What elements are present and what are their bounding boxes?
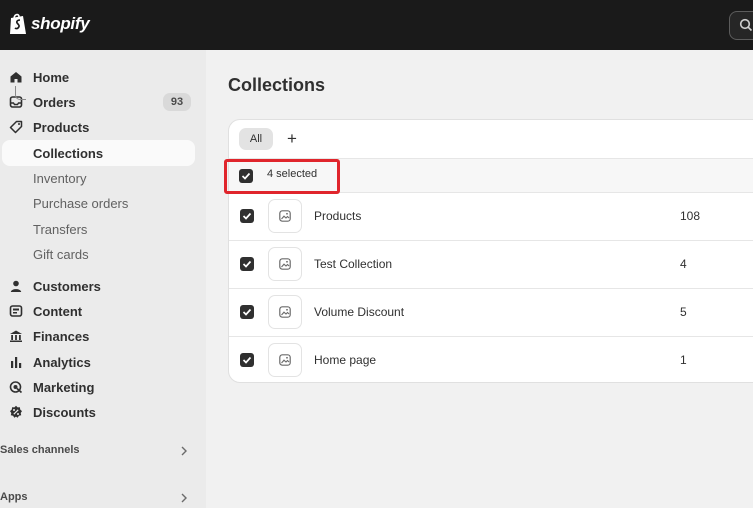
sidebar-item-label: Customers: [33, 278, 101, 294]
brand-name: shopify: [31, 14, 90, 33]
sidebar-item-purchase-orders[interactable]: Purchase orders: [33, 193, 128, 213]
image-placeholder-icon: [268, 295, 302, 329]
apps-heading[interactable]: Apps: [0, 491, 28, 503]
shopify-logo[interactable]: shopify: [8, 12, 90, 36]
sidebar-item-marketing[interactable]: Marketing: [0, 376, 196, 398]
sidebar-item-label: Discounts: [33, 404, 96, 420]
tab-all[interactable]: All: [239, 128, 273, 150]
tag-icon: [9, 120, 23, 134]
home-icon: [10, 72, 22, 83]
bank-icon: [10, 330, 22, 342]
check-icon: [242, 212, 252, 220]
search-button[interactable]: [729, 11, 753, 40]
check-icon: [242, 260, 252, 268]
sidebar-item-collections[interactable]: Collections: [2, 140, 195, 166]
sidebar-item-inventory[interactable]: Inventory: [33, 168, 86, 188]
check-icon: [242, 308, 252, 316]
row-checkbox[interactable]: [240, 257, 254, 271]
sidebar-item-label: Home: [33, 69, 70, 85]
sidebar-item-customers[interactable]: Customers: [0, 275, 196, 297]
image-placeholder-icon: [268, 199, 302, 233]
sidebar-item-content[interactable]: Content: [0, 300, 196, 322]
selection-highlight-box: [224, 159, 340, 194]
person-icon: [10, 280, 22, 292]
tree-connector: [15, 86, 26, 100]
table-row[interactable]: Products 108: [229, 193, 753, 241]
top-bar: shopify: [0, 0, 753, 50]
image-placeholder-icon: [268, 343, 302, 377]
content-icon: [9, 305, 23, 317]
table-row[interactable]: Home page 1: [229, 337, 753, 382]
sidebar-item-finances[interactable]: Finances: [0, 325, 196, 347]
collection-title[interactable]: Home page: [314, 353, 376, 367]
row-checkbox[interactable]: [240, 353, 254, 367]
orders-count-badge: 93: [163, 93, 191, 111]
sidebar-item-gift-cards[interactable]: Gift cards: [33, 244, 89, 264]
search-icon: [739, 18, 753, 32]
sidebar-item-label: Content: [33, 303, 83, 319]
sidebar-item-label: Collections: [33, 146, 104, 161]
row-checkbox[interactable]: [240, 305, 254, 319]
chevron-right-icon[interactable]: [180, 493, 188, 503]
discount-icon: [10, 405, 22, 418]
tab-bar: All +: [229, 120, 753, 159]
sidebar-item-label: Marketing: [33, 379, 95, 395]
sidebar-item-label: Analytics: [33, 354, 91, 370]
check-icon: [242, 356, 252, 364]
product-count: 5: [680, 305, 687, 319]
table-row[interactable]: Test Collection 4: [229, 241, 753, 289]
product-count: 4: [680, 257, 687, 271]
collection-title[interactable]: Products: [314, 209, 361, 223]
table-row[interactable]: Volume Discount 5: [229, 289, 753, 337]
sidebar-item-home[interactable]: Home: [0, 66, 196, 88]
sidebar-item-label: Finances: [33, 328, 90, 344]
product-count: 108: [680, 209, 701, 223]
add-view-button[interactable]: +: [285, 128, 299, 150]
sidebar-item-label: Orders: [33, 94, 76, 110]
sidebar-item-analytics[interactable]: Analytics: [0, 351, 196, 373]
collection-title[interactable]: Test Collection: [314, 257, 392, 271]
sidebar-item-products[interactable]: Products: [0, 116, 196, 138]
sidebar-item-transfers[interactable]: Transfers: [33, 219, 87, 239]
sidebar-item-label: Products: [33, 119, 90, 135]
image-placeholder-icon: [268, 247, 302, 281]
shopify-bag-icon: [10, 13, 26, 34]
sales-channels-heading[interactable]: Sales channels: [0, 444, 80, 456]
target-icon: [9, 381, 23, 394]
collection-title[interactable]: Volume Discount: [314, 305, 404, 319]
row-checkbox[interactable]: [240, 209, 254, 223]
chevron-right-icon[interactable]: [180, 446, 188, 456]
bar-chart-icon: [11, 357, 22, 368]
sidebar-item-discounts[interactable]: Discounts: [0, 401, 196, 423]
page-title: Collections: [228, 75, 326, 95]
product-count: 1: [680, 353, 687, 367]
